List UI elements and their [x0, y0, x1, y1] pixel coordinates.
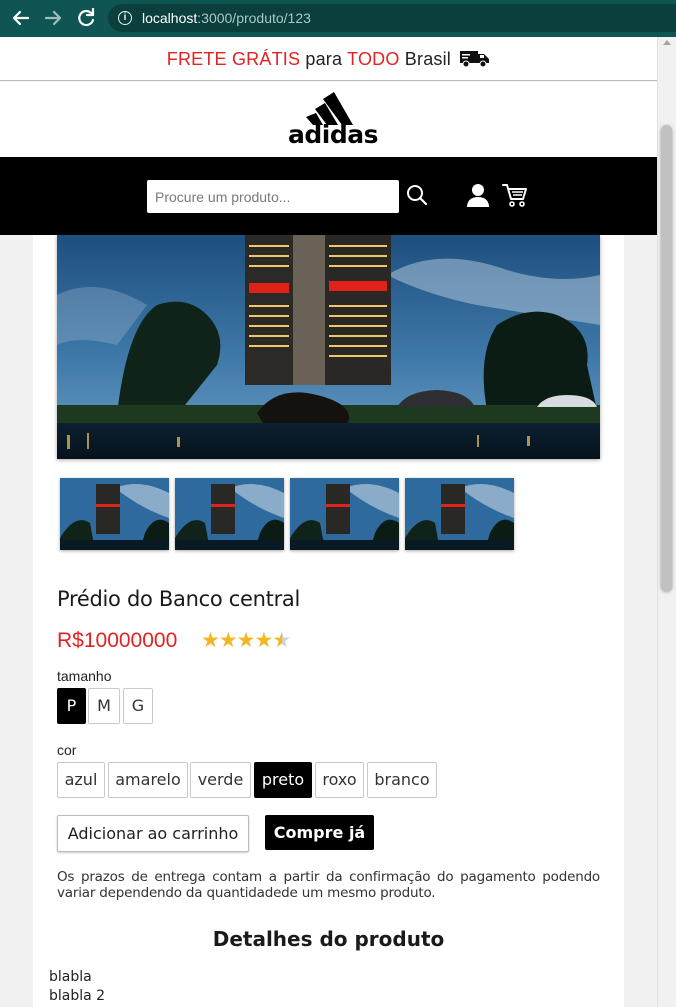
scroll-up-arrow-icon[interactable] [663, 40, 671, 45]
color-option-roxo[interactable]: roxo [315, 762, 364, 798]
address-bar[interactable]: i localhost:3000/produto/123 [108, 4, 676, 32]
thumbnail-2[interactable] [175, 478, 284, 550]
thumbnail-1[interactable] [60, 478, 169, 550]
truck-icon [460, 50, 490, 68]
product-content: Prédio do Banco central R$10000000 ★★★★★… [33, 235, 624, 1007]
color-option-branco[interactable]: branco [367, 762, 437, 798]
browser-toolbar: i localhost:3000/produto/123 [0, 0, 676, 37]
size-label: tamanho [57, 668, 112, 684]
back-arrow-icon[interactable] [9, 6, 33, 30]
vertical-scrollbar[interactable] [657, 37, 676, 1007]
color-option-verde[interactable]: verde [190, 762, 251, 798]
info-icon[interactable]: i [118, 11, 132, 25]
star-icon: ★ [254, 629, 273, 652]
add-to-cart-button[interactable]: Adicionar ao carrinho [57, 815, 249, 852]
thumbnail-4[interactable] [405, 478, 514, 550]
banner-all: TODO [347, 49, 400, 69]
product-price: R$10000000 [57, 629, 178, 652]
logo-text: adidas [288, 120, 378, 149]
color-option-preto[interactable]: preto [254, 762, 312, 798]
scrollbar-thumb[interactable] [661, 125, 672, 591]
color-option-amarelo[interactable]: amarelo [108, 762, 188, 798]
search-icon[interactable] [405, 181, 431, 209]
buy-now-button[interactable]: Compre já [265, 815, 374, 850]
page-viewport: FRETE GRÁTIS para TODO Brasil adidas Pro… [0, 37, 657, 1007]
banner-free-shipping: FRETE GRÁTIS [166, 49, 301, 69]
main-product-image[interactable] [57, 235, 600, 459]
details-title: Detalhes do produto [212, 927, 445, 951]
half-star-icon: ★ [272, 629, 291, 652]
free-shipping-banner: FRETE GRÁTIS para TODO Brasil [0, 37, 657, 81]
size-option-g[interactable]: G [123, 688, 153, 724]
star-icon: ★ [201, 629, 220, 652]
color-option-azul[interactable]: azul [57, 762, 105, 798]
size-option-m[interactable]: M [88, 688, 120, 724]
delivery-notice: Os prazos de entrega contam a partir da … [57, 869, 600, 901]
banner-brazil: Brasil [404, 49, 452, 69]
detail-line-1: blabla [49, 969, 92, 985]
star-icon: ★ [218, 629, 238, 652]
color-label: cor [57, 742, 77, 758]
rating-stars: ★★★★★ [201, 628, 291, 653]
url-text: localhost:3000/produto/123 [142, 10, 311, 26]
detail-line-2: blabla 2 [49, 988, 106, 1004]
cart-icon[interactable] [502, 181, 528, 209]
search-input[interactable] [147, 180, 399, 213]
url-path: :3000/produto/123 [197, 10, 311, 26]
logo-bar: adidas [0, 82, 657, 157]
product-title: Prédio do Banco central [57, 587, 301, 611]
url-host: localhost [142, 10, 198, 26]
banner-for: para [305, 49, 343, 69]
forward-arrow-icon[interactable] [41, 6, 65, 30]
user-icon[interactable] [465, 181, 491, 209]
star-icon: ★ [236, 629, 256, 652]
reload-icon[interactable] [74, 6, 98, 30]
size-option-p[interactable]: P [57, 688, 86, 724]
search-bar [0, 157, 657, 235]
thumbnail-3[interactable] [290, 478, 399, 550]
